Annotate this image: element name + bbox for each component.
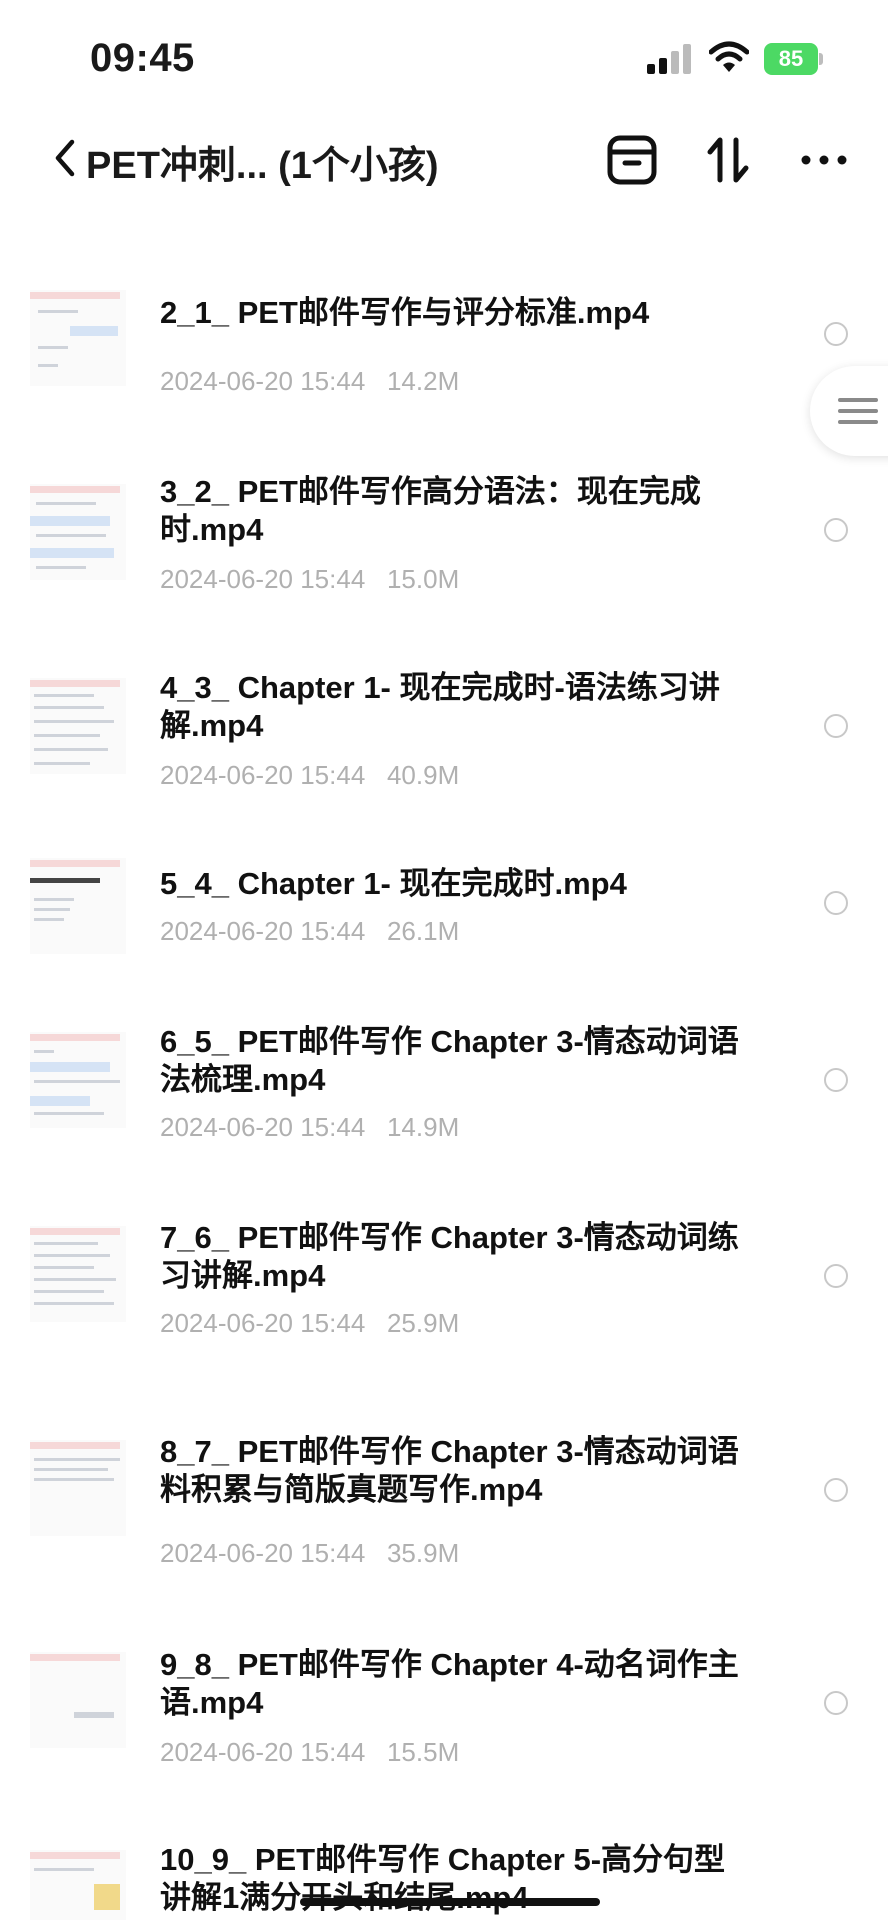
video-thumbnail (30, 1850, 126, 1920)
file-size: 15.5M (386, 1737, 460, 1767)
file-size: 15.0M (386, 564, 460, 594)
file-size: 25.9M (386, 1308, 460, 1338)
select-radio[interactable] (824, 891, 848, 915)
file-name: 3_2_ PET邮件写作高分语法：现在完成时.mp4 (160, 474, 701, 547)
file-name: 2_1_ PET邮件写作与评分标准.mp4 (160, 295, 650, 330)
video-thumbnail (30, 858, 126, 954)
file-meta: 2024-06-20 15:44 26.1M (160, 916, 459, 947)
file-size: 40.9M (386, 760, 460, 790)
file-date: 2024-06-20 15:44 (160, 564, 366, 594)
file-meta: 2024-06-20 15:44 35.9M (160, 1538, 459, 1569)
video-thumbnail (30, 290, 126, 386)
select-radio[interactable] (824, 1478, 848, 1502)
file-name: 5_4_ Chapter 1- 现在完成时.mp4 (160, 866, 627, 901)
file-meta: 2024-06-20 15:44 40.9M (160, 760, 459, 791)
select-radio[interactable] (824, 322, 848, 346)
file-name: 6_5_ PET邮件写作 Chapter 3-情态动词语法梳理.mp4 (160, 1024, 739, 1097)
file-date: 2024-06-20 15:44 (160, 760, 366, 790)
file-size: 35.9M (386, 1538, 460, 1568)
file-size: 14.2M (386, 366, 460, 396)
file-date: 2024-06-20 15:44 (160, 1308, 366, 1338)
select-radio[interactable] (824, 1691, 848, 1715)
file-meta: 2024-06-20 15:44 14.2M (160, 366, 459, 397)
file-meta: 2024-06-20 15:44 15.5M (160, 1737, 459, 1768)
file-name: 8_7_ PET邮件写作 Chapter 3-情态动词语料积累与简版真题写作.m… (160, 1434, 739, 1507)
file-name: 7_6_ PET邮件写作 Chapter 3-情态动词练习讲解.mp4 (160, 1220, 739, 1293)
video-thumbnail (30, 484, 126, 580)
video-thumbnail (30, 1226, 126, 1322)
file-date: 2024-06-20 15:44 (160, 1112, 366, 1142)
file-meta: 2024-06-20 15:44 15.0M (160, 564, 459, 595)
file-size: 14.9M (386, 1112, 460, 1142)
file-size: 26.1M (386, 916, 460, 946)
file-list: 2_1_ PET邮件写作与评分标准.mp4 2024-06-20 15:44 1… (0, 0, 888, 1920)
select-radio[interactable] (824, 1068, 848, 1092)
file-meta: 2024-06-20 15:44 25.9M (160, 1308, 459, 1339)
file-date: 2024-06-20 15:44 (160, 1737, 366, 1767)
video-thumbnail (30, 1032, 126, 1128)
file-date: 2024-06-20 15:44 (160, 916, 366, 946)
file-date: 2024-06-20 15:44 (160, 1538, 366, 1568)
file-name: 4_3_ Chapter 1- 现在完成时-语法练习讲解.mp4 (160, 670, 720, 743)
file-meta: 2024-06-20 15:44 14.9M (160, 1112, 459, 1143)
video-thumbnail (30, 678, 126, 774)
video-thumbnail (30, 1652, 126, 1748)
video-thumbnail (30, 1440, 126, 1536)
file-date: 2024-06-20 15:44 (160, 366, 366, 396)
select-radio[interactable] (824, 518, 848, 542)
file-name: 9_8_ PET邮件写作 Chapter 4-动名词作主语.mp4 (160, 1647, 739, 1720)
home-indicator[interactable] (300, 1898, 600, 1906)
select-radio[interactable] (824, 1264, 848, 1288)
select-radio[interactable] (824, 714, 848, 738)
